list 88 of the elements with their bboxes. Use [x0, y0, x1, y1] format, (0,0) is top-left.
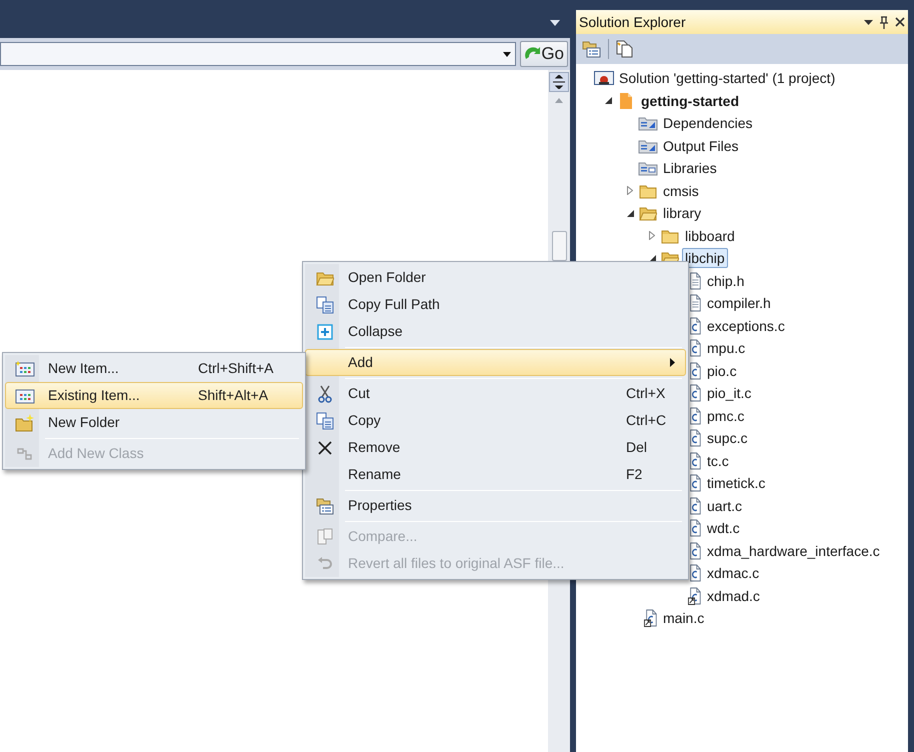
tree-item[interactable]: compiler.h — [704, 293, 774, 314]
collapsed-arrow-icon[interactable] — [649, 231, 655, 240]
source-file-icon — [688, 519, 702, 538]
menu-item[interactable]: Copy Ctrl+C — [305, 407, 686, 434]
tree-item[interactable]: wdt.c — [704, 518, 743, 538]
expanded-arrow-icon[interactable] — [626, 210, 634, 217]
open-folder-icon — [316, 270, 334, 286]
go-button[interactable]: Go — [520, 41, 568, 67]
source-file-icon — [688, 384, 702, 402]
properties-icon — [316, 496, 334, 514]
tree-item[interactable]: timetick.c — [704, 473, 768, 494]
panel-title: Solution Explorer — [579, 12, 687, 32]
class-icon — [16, 446, 34, 462]
expanded-arrow-icon[interactable] — [604, 97, 612, 104]
properties-icon[interactable] — [582, 40, 602, 58]
menu-item[interactable]: New Item... Ctrl+Shift+A — [5, 355, 303, 382]
menu-item[interactable]: Cut Ctrl+X — [305, 380, 686, 407]
tree-item[interactable]: xdmac.c — [704, 563, 762, 584]
menu-item[interactable]: New Folder — [5, 409, 303, 436]
source-file-icon — [688, 429, 702, 448]
project-icon — [618, 92, 634, 110]
existing-item-icon — [15, 388, 35, 404]
tree-item[interactable]: tc.c — [704, 450, 732, 471]
source-file-icon — [688, 339, 702, 358]
menu-item[interactable]: Collapse — [305, 318, 686, 345]
menu-item[interactable]: Properties — [305, 492, 686, 519]
tree-item[interactable]: chip.h — [704, 270, 748, 291]
tree-item[interactable]: Dependencies — [660, 113, 756, 134]
scissors-icon — [318, 384, 332, 402]
tree-item[interactable]: exceptions.c — [704, 316, 788, 336]
menu-item[interactable]: Existing Item... Shift+Alt+A — [5, 382, 303, 409]
remove-icon — [318, 440, 332, 454]
tree-item[interactable]: mpu.c — [704, 338, 748, 358]
compare-icon — [317, 528, 333, 546]
tree-item[interactable]: libboard — [682, 226, 738, 246]
tree-item[interactable]: main.c — [660, 608, 708, 628]
reference-folder-icon — [638, 138, 658, 154]
pin-icon[interactable] — [879, 16, 889, 28]
linked-file-icon — [688, 586, 702, 605]
tree-item[interactable]: Output Files — [660, 136, 742, 156]
new-folder-icon — [15, 414, 35, 432]
tree-item[interactable]: uart.c — [704, 496, 746, 516]
scroll-thumb[interactable] — [552, 231, 566, 261]
tree-item[interactable]: cmsis — [660, 180, 702, 201]
undo-icon — [317, 556, 333, 570]
source-file-icon — [688, 452, 702, 470]
source-file-icon — [688, 362, 702, 380]
solution-icon — [594, 70, 614, 86]
library-folder-icon — [638, 160, 658, 176]
tree-item[interactable]: getting-started — [638, 90, 742, 111]
tree-item[interactable]: libchip — [682, 248, 728, 268]
tree-item[interactable]: supc.c — [704, 428, 750, 448]
open-folder-icon — [639, 205, 657, 222]
copy-icon — [316, 296, 334, 314]
tree-item[interactable]: library — [660, 203, 704, 224]
tree-item[interactable]: xdma_hardware_interface.c — [704, 540, 883, 561]
tree-item[interactable]: Solution 'getting-started' (1 project) — [616, 68, 838, 88]
menu-item[interactable]: Remove Del — [305, 434, 686, 461]
dropdown-arrow-icon[interactable] — [864, 20, 873, 24]
source-file-icon — [688, 542, 702, 560]
menu-item[interactable]: Rename F2 — [305, 461, 686, 488]
menu-item[interactable]: Copy Full Path — [305, 291, 686, 318]
close-icon[interactable] — [895, 17, 905, 27]
source-file-icon — [688, 474, 702, 492]
tree-item[interactable]: pio_it.c — [704, 383, 754, 404]
source-file-icon — [688, 406, 702, 425]
source-file-icon — [688, 564, 702, 582]
source-file-icon — [688, 496, 702, 515]
folder-icon — [661, 228, 679, 244]
reference-folder-icon — [638, 115, 658, 132]
copy-icon — [316, 412, 334, 430]
collapsed-arrow-icon[interactable] — [627, 186, 633, 196]
split-handle[interactable] — [549, 72, 569, 92]
source-file-icon — [688, 316, 702, 335]
new-item-icon — [15, 360, 35, 376]
show-all-files-icon[interactable] — [615, 40, 633, 58]
tree-item[interactable]: Libraries — [660, 158, 720, 178]
dropdown-arrow-icon — [503, 52, 512, 56]
menu-item[interactable]: Add — [305, 349, 686, 376]
tree-item[interactable]: pio.c — [704, 360, 740, 381]
tree-item[interactable]: xdmad.c — [704, 586, 763, 606]
folder-icon — [639, 182, 657, 199]
split-icon — [553, 75, 565, 89]
dropdown-arrow-icon[interactable] — [550, 20, 560, 26]
collapse-icon — [317, 324, 333, 340]
tree-item[interactable]: pmc.c — [704, 406, 748, 426]
linked-file-icon — [644, 609, 658, 628]
navigation-combo-box[interactable] — [0, 42, 516, 66]
